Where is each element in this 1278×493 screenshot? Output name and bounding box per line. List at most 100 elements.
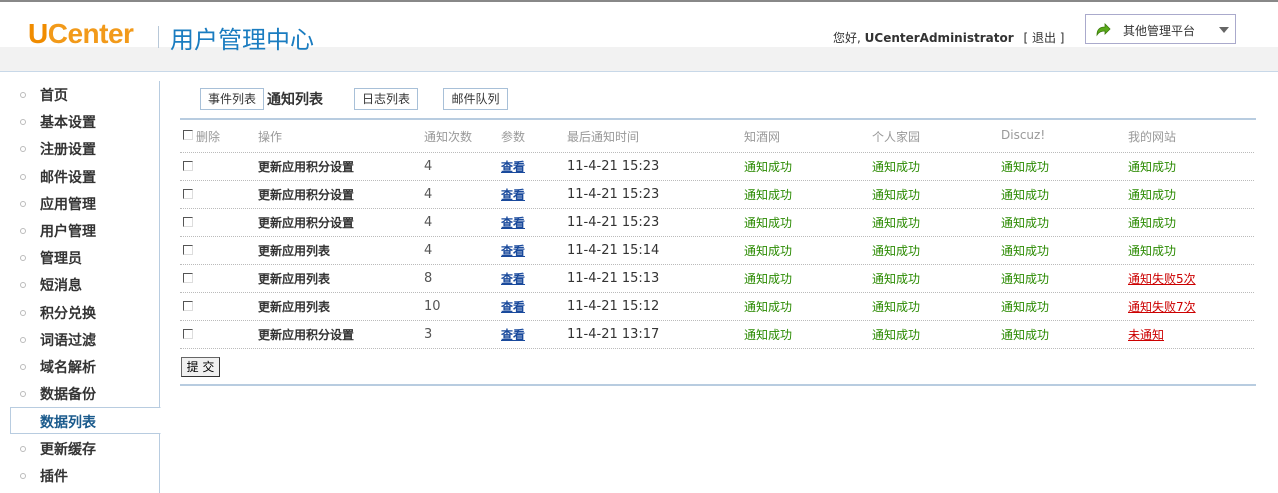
logout-link[interactable]: [ 退出 ] bbox=[1023, 31, 1064, 45]
sidebar-item-label: 更新缓存 bbox=[40, 441, 96, 458]
row-status-discuz: 通知成功 bbox=[1001, 244, 1050, 258]
row-view-link[interactable]: 查看 bbox=[501, 186, 525, 203]
sidebar-item-label: 首页 bbox=[40, 88, 68, 104]
row-divider bbox=[180, 152, 1254, 153]
header-last-time: 最后通知时间 bbox=[567, 130, 640, 144]
row-checkbox[interactable] bbox=[183, 217, 193, 227]
sidebar-item[interactable]: 短消息 bbox=[0, 271, 160, 298]
sidebar-item-label: 数据列表 bbox=[40, 415, 96, 432]
sidebar-item[interactable]: 管理员 bbox=[0, 244, 160, 271]
sidebar-item-label: 域名解析 bbox=[40, 360, 96, 376]
tab-event-list[interactable]: 事件列表 bbox=[200, 88, 264, 110]
row-status-home: 通知成功 bbox=[872, 300, 921, 314]
circle-bullet-icon bbox=[20, 445, 26, 452]
circle-bullet-icon bbox=[20, 200, 26, 207]
row-view-link[interactable]: 查看 bbox=[501, 242, 525, 259]
row-operation: 更新应用积分设置 bbox=[258, 216, 355, 230]
circle-bullet-icon bbox=[20, 309, 26, 316]
platform-label: 其他管理平台 bbox=[1123, 24, 1196, 38]
platform-select[interactable]: 其他管理平台 bbox=[1085, 14, 1236, 44]
circle-bullet-icon bbox=[20, 228, 26, 234]
circle-bullet-icon bbox=[20, 282, 26, 289]
circle-bullet-icon bbox=[20, 472, 26, 479]
row-last-time: 11-4-21 15:14 bbox=[567, 243, 660, 258]
row-status-discuz: 通知成功 bbox=[1001, 188, 1050, 202]
sidebar-item[interactable]: 应用管理 bbox=[0, 190, 160, 217]
tab-mail-queue[interactable]: 邮件队列 bbox=[443, 88, 508, 110]
row-checkbox[interactable] bbox=[183, 301, 193, 311]
row-operation: 更新应用列表 bbox=[258, 272, 331, 286]
tab-log-list[interactable]: 日志列表 bbox=[354, 88, 418, 110]
sidebar-item-label: 数据备份 bbox=[40, 387, 96, 404]
submit-button[interactable]: 提 交 bbox=[181, 357, 220, 377]
circle-bullet-icon bbox=[20, 336, 26, 343]
row-last-time: 11-4-21 15:23 bbox=[567, 159, 660, 174]
row-divider bbox=[180, 264, 1254, 265]
sidebar-item[interactable]: 用户管理 bbox=[0, 217, 160, 244]
row-operation: 更新应用列表 bbox=[258, 244, 331, 258]
sidebar-item-label: 应用管理 bbox=[40, 196, 96, 213]
sidebar-item[interactable]: 词语过滤 bbox=[0, 326, 160, 353]
row-status-zhijiu: 通知成功 bbox=[744, 216, 793, 230]
row-checkbox[interactable] bbox=[183, 161, 193, 171]
sidebar-item[interactable]: 基本设置 bbox=[0, 108, 160, 135]
header-app-home: 个人家园 bbox=[872, 130, 921, 144]
row-view-link[interactable]: 查看 bbox=[501, 326, 525, 343]
row-status-mysite[interactable]: 未通知 bbox=[1128, 326, 1164, 343]
row-status-discuz: 通知成功 bbox=[1001, 272, 1050, 286]
sidebar-item[interactable]: 更新缓存 bbox=[0, 435, 160, 462]
ucenter-logo: UCenter bbox=[28, 18, 134, 50]
row-status-discuz: 通知成功 bbox=[1001, 300, 1050, 314]
row-last-time: 11-4-21 15:23 bbox=[567, 187, 660, 202]
header-app-zhijiu: 知酒网 bbox=[744, 130, 781, 144]
row-view-link[interactable]: 查看 bbox=[501, 298, 525, 315]
site-title: 用户管理中心 bbox=[170, 26, 314, 54]
row-view-link[interactable]: 查看 bbox=[501, 214, 525, 231]
row-status-zhijiu: 通知成功 bbox=[744, 244, 793, 258]
sidebar-item[interactable]: 域名解析 bbox=[0, 353, 160, 380]
sidebar: 首页基本设置 注册设置 邮件设置应用管理用户管理管理员 短消息 积分兑换 词语过滤域名解析… bbox=[0, 81, 161, 493]
sidebar-item[interactable]: 注册设置 bbox=[0, 135, 160, 162]
row-divider bbox=[180, 320, 1254, 321]
header: UCenter 用户管理中心 您好, UCenterAdministrator … bbox=[0, 0, 1278, 72]
circle-bullet-icon bbox=[20, 391, 26, 398]
row-checkbox[interactable] bbox=[183, 329, 193, 339]
header-notify-count: 通知次数 bbox=[424, 130, 473, 144]
sidebar-item-label: 插件 bbox=[40, 468, 68, 485]
row-status-zhijiu: 通知成功 bbox=[744, 272, 793, 286]
row-checkbox[interactable] bbox=[183, 189, 193, 199]
row-status-mysite: 通知成功 bbox=[1128, 244, 1177, 258]
greeting-prefix: 您好, bbox=[833, 31, 861, 45]
row-status-mysite: 通知成功 bbox=[1128, 188, 1177, 202]
row-status-home: 通知成功 bbox=[872, 272, 921, 286]
sidebar-item[interactable]: 数据列表 bbox=[10, 407, 161, 435]
sidebar-item-label: 用户管理 bbox=[40, 224, 96, 240]
sidebar-item[interactable]: 插件 bbox=[0, 462, 160, 489]
row-last-time: 11-4-21 15:23 bbox=[567, 215, 660, 230]
row-checkbox[interactable] bbox=[183, 245, 193, 255]
row-status-mysite[interactable]: 通知失败7次 bbox=[1128, 298, 1196, 315]
row-checkbox[interactable] bbox=[183, 273, 193, 283]
row-divider bbox=[180, 236, 1254, 237]
sidebar-item[interactable]: 数据备份 bbox=[0, 380, 160, 407]
username: UCenterAdministrator bbox=[864, 31, 1014, 45]
row-operation: 更新应用列表 bbox=[258, 300, 331, 314]
row-status-zhijiu: 通知成功 bbox=[744, 160, 793, 174]
header-operation: 操作 bbox=[258, 130, 283, 144]
row-view-link[interactable]: 查看 bbox=[501, 158, 525, 175]
sidebar-item[interactable]: 邮件设置 bbox=[0, 163, 160, 190]
row-operation: 更新应用积分设置 bbox=[258, 328, 355, 342]
sidebar-item[interactable]: 首页 bbox=[0, 81, 160, 108]
green-arrow-icon bbox=[1096, 23, 1111, 37]
row-notify-count: 8 bbox=[424, 271, 433, 286]
row-status-mysite[interactable]: 通知失败5次 bbox=[1128, 270, 1196, 287]
row-status-home: 通知成功 bbox=[872, 160, 921, 174]
row-view-link[interactable]: 查看 bbox=[501, 270, 525, 287]
row-notify-count: 4 bbox=[424, 187, 433, 202]
row-last-time: 11-4-21 15:13 bbox=[567, 271, 660, 286]
row-status-home: 通知成功 bbox=[872, 216, 921, 230]
row-status-home: 通知成功 bbox=[872, 244, 921, 258]
sidebar-item[interactable]: 积分兑换 bbox=[0, 299, 160, 326]
row-status-home: 通知成功 bbox=[872, 328, 921, 342]
select-all-checkbox[interactable] bbox=[183, 130, 193, 140]
